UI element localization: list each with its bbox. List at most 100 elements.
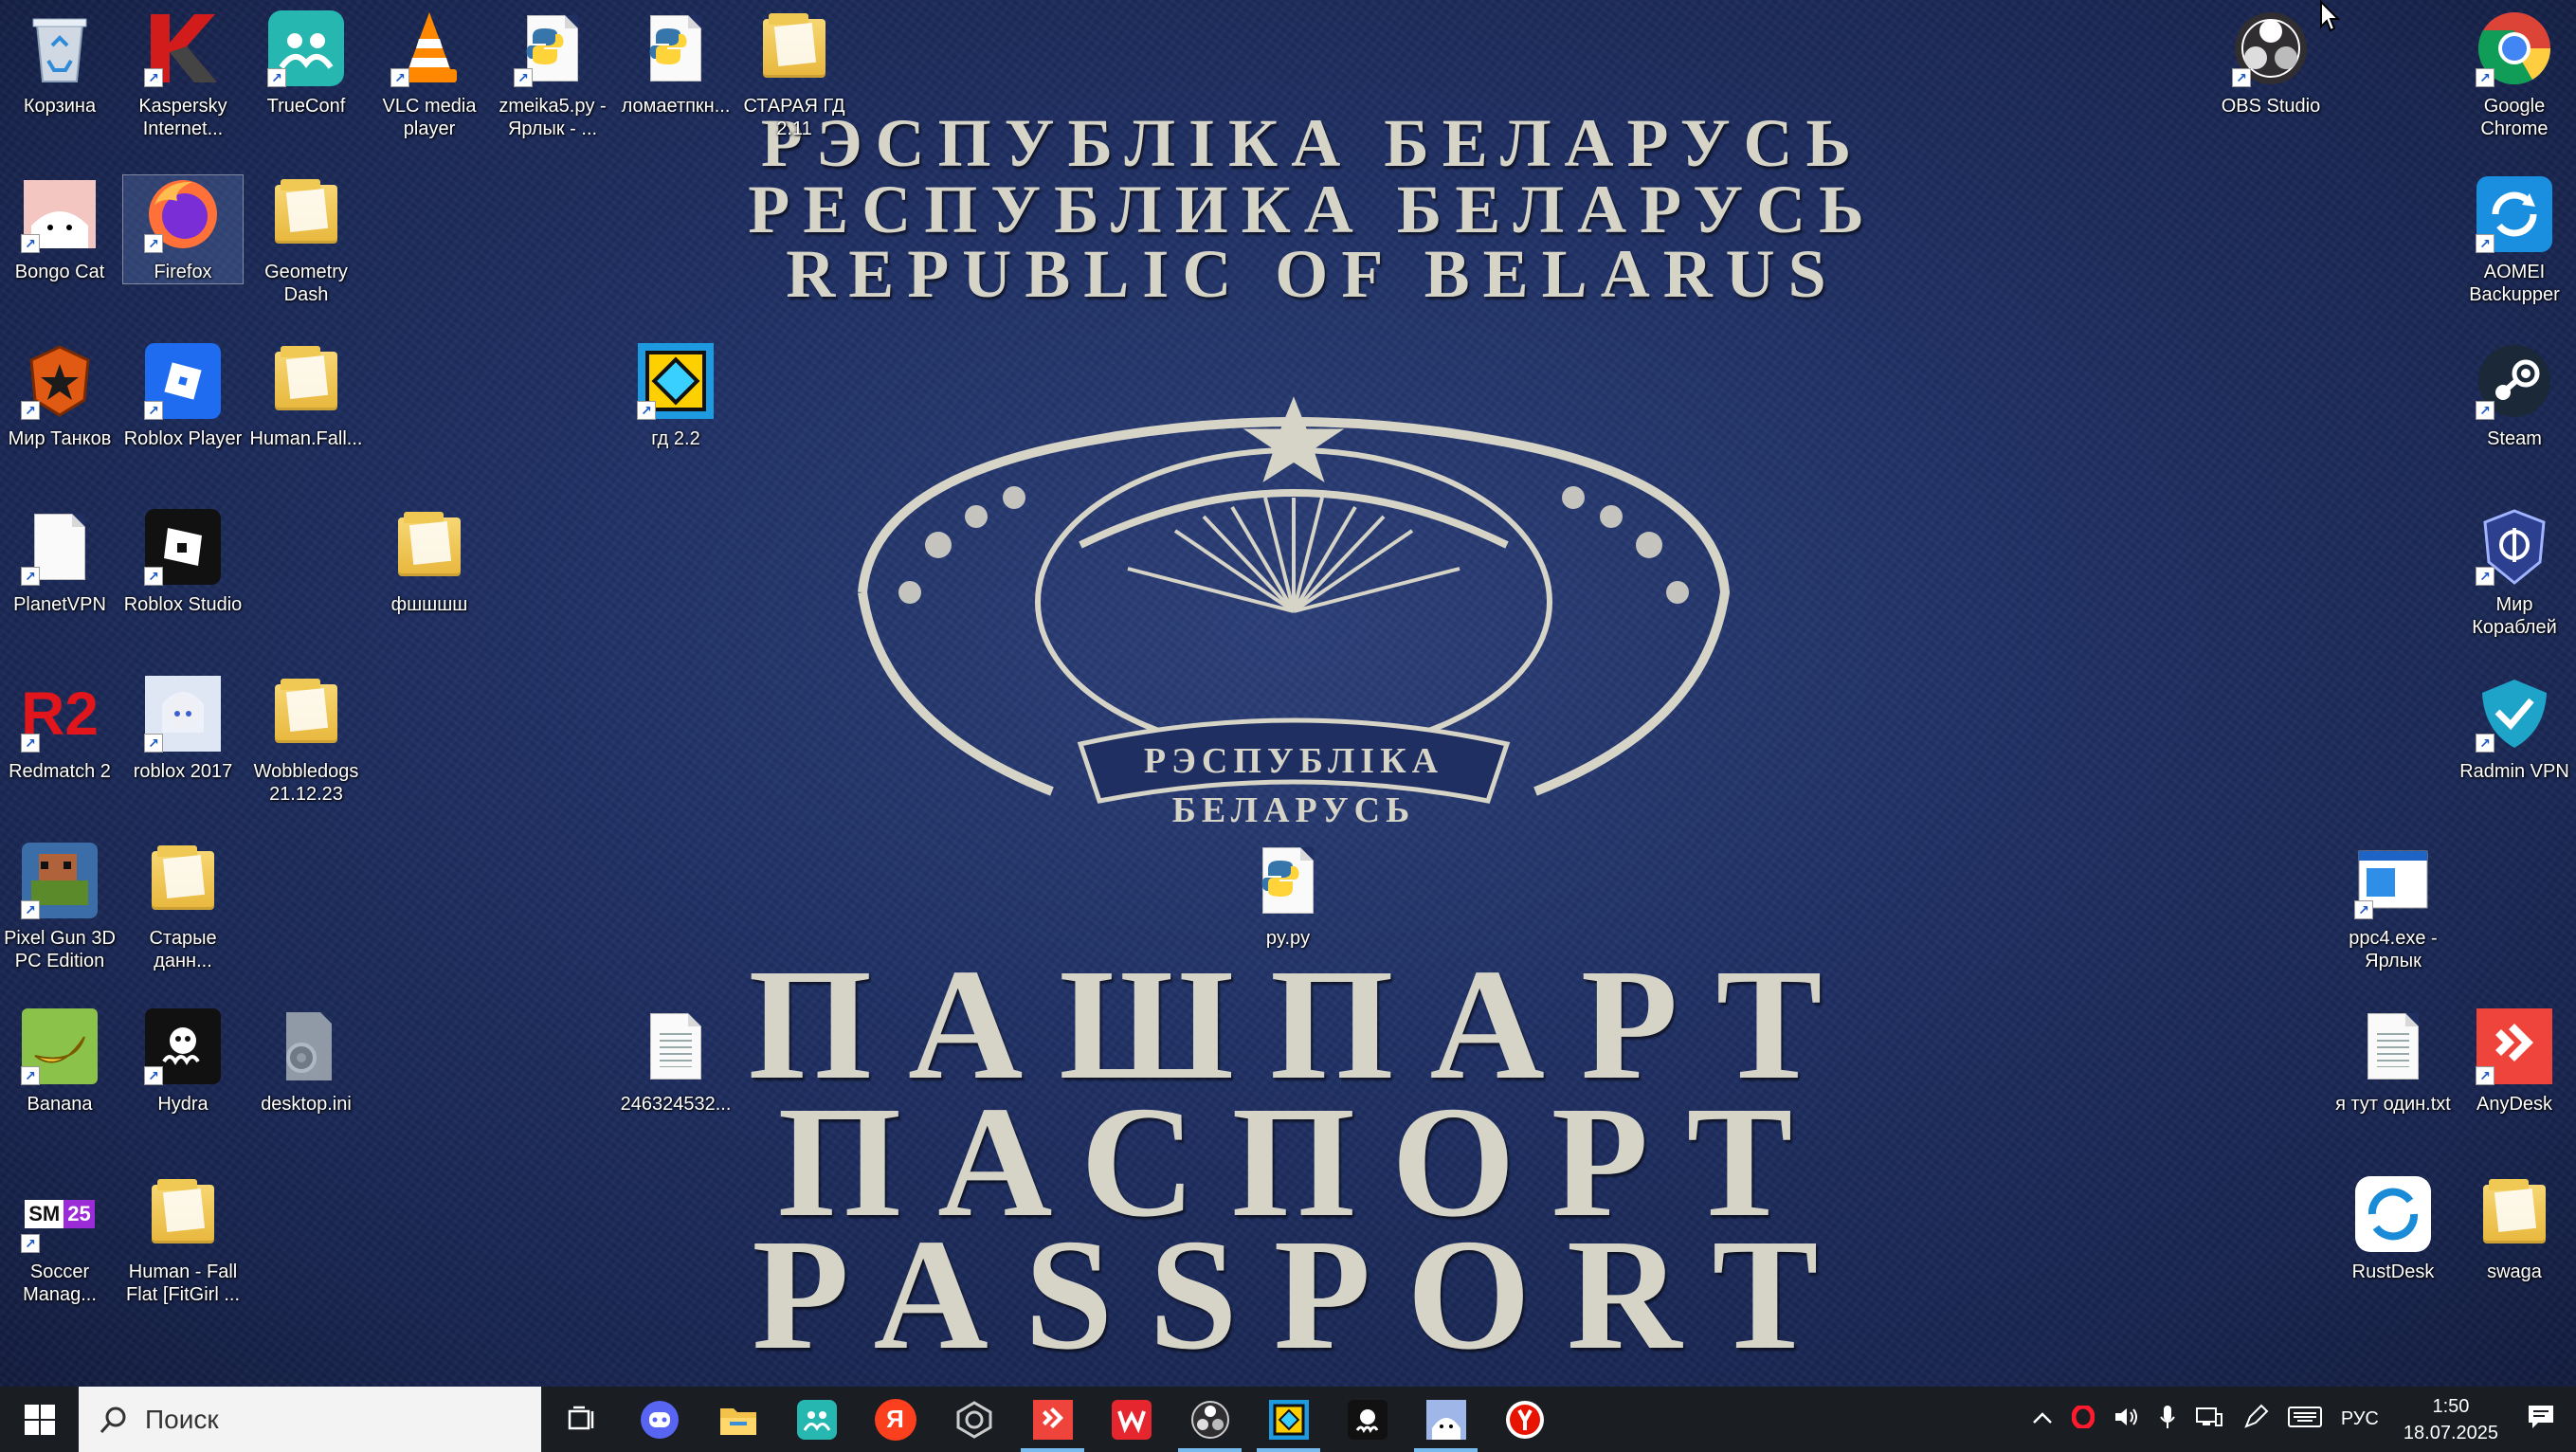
shortcut-arrow-icon: ↗ xyxy=(2476,1066,2494,1085)
shortcut-arrow-icon: ↗ xyxy=(144,734,163,753)
desktop-icon-anydesk[interactable]: ↗ AnyDesk xyxy=(2455,1007,2574,1116)
shortcut-arrow-icon: ↗ xyxy=(21,401,40,420)
pixel-gun-icon: ↗ xyxy=(21,842,99,919)
desktop-icon-wobbledogs[interactable]: Wobbledogs 21.12.23 xyxy=(246,675,366,806)
taskbar-app-file-explorer[interactable] xyxy=(698,1387,777,1452)
taskbar-app-opera-gx[interactable] xyxy=(934,1387,1013,1452)
desktop-icon-label: Soccer Manag... xyxy=(23,1261,97,1305)
desktop-icon-ppc4[interactable]: ↗ ppc4.exe - Ярлык xyxy=(2333,842,2453,972)
desktop-icon-py-py[interactable]: py.py xyxy=(1228,842,1348,950)
desktop-icon-kaspersky[interactable]: ↗ Kaspersky Internet... xyxy=(123,9,243,140)
taskbar-search-box[interactable]: Поиск xyxy=(79,1387,541,1452)
desktop-icon-label: ломаетпкн... xyxy=(621,96,731,117)
desktop-icon-ya-tut-odin[interactable]: я тут один.txt xyxy=(2333,1007,2453,1116)
shortcut-arrow-icon: ↗ xyxy=(2476,567,2494,586)
desktop-icon-roblox-player[interactable]: ↗ Roblox Player xyxy=(123,342,243,450)
desktop-icon-radmin-vpn[interactable]: ↗ Radmin VPN xyxy=(2455,675,2574,783)
opera-tray-icon[interactable] xyxy=(2062,1404,2104,1434)
desktop-icon-mir-korabley[interactable]: ↗ Мир Кораблей xyxy=(2455,508,2574,639)
desktop-icon-pixel-gun[interactable]: ↗ Pixel Gun 3D PC Edition xyxy=(0,842,119,972)
desktop-icon-bongo-cat[interactable]: ↗ Bongo Cat xyxy=(0,175,119,283)
desktop-icon-obs-studio[interactable]: ↗ OBS Studio xyxy=(2211,9,2331,118)
desktop-icon-hydra[interactable]: ↗ Hydra xyxy=(123,1007,243,1116)
taskbar-app-yandex-browser[interactable] xyxy=(1485,1387,1564,1452)
desktop-icon-staraya-gd[interactable]: СТАРАЯ ГД 2.11 xyxy=(735,9,854,140)
desktop-icon-gd-2-2[interactable]: ↗ гд 2.2 xyxy=(616,342,735,450)
desktop-icon-label: Geometry Dash xyxy=(264,262,348,305)
clock[interactable]: 1:50 18.07.2025 xyxy=(2388,1393,2513,1446)
desktop[interactable]: РЭСПУБЛІКА БЕЛАРУСЬ РЕСПУБЛИКА БЕЛАРУСЬ … xyxy=(0,0,2576,1387)
task-view-button[interactable] xyxy=(541,1387,620,1452)
desktop-icon-label: Kaspersky Internet... xyxy=(138,96,227,139)
desktop-icon-firefox[interactable]: ↗ Firefox xyxy=(122,174,244,284)
taskbar-app-geometry-dash[interactable] xyxy=(1249,1387,1328,1452)
desktop-icon-steam[interactable]: ↗ Steam xyxy=(2455,342,2574,450)
desktop-icon-label: Hydra xyxy=(157,1094,209,1115)
desktop-icon-desktop-ini[interactable]: desktop.ini xyxy=(246,1007,366,1116)
volume-icon[interactable] xyxy=(2104,1406,2150,1434)
shortcut-arrow-icon: ↗ xyxy=(637,401,656,420)
taskbar-app-hydra[interactable] xyxy=(1328,1387,1406,1452)
desktop-icon-planetvpn[interactable]: ↗ PlanetVPN xyxy=(0,508,119,616)
taskbar-app-wps[interactable] xyxy=(1092,1387,1170,1452)
desktop-icon-human-fall-flat-fitgirl[interactable]: Human - Fall Flat [FitGirl ... xyxy=(123,1175,243,1306)
folder-icon xyxy=(390,508,468,586)
microphone-icon[interactable] xyxy=(2150,1404,2186,1436)
taskbar-app-discord[interactable] xyxy=(620,1387,698,1452)
blank-file-icon: ↗ xyxy=(21,508,99,586)
desktop-icon-label: Steam xyxy=(2487,428,2542,449)
desktop-icon-fshshsh[interactable]: фшшшш xyxy=(370,508,489,616)
input-language-indicator[interactable]: РУС xyxy=(2331,1408,2388,1430)
desktop-icon-redmatch-2[interactable]: R2 ↗ Redmatch 2 xyxy=(0,675,119,783)
shortcut-arrow-icon: ↗ xyxy=(2476,734,2494,753)
folder-icon xyxy=(267,675,345,753)
desktop-icon-banana[interactable]: ↗ Banana xyxy=(0,1007,119,1116)
desktop-icon-roblox-2017[interactable]: ↗ roblox 2017 xyxy=(123,675,243,783)
desktop-icon-google-chrome[interactable]: ↗ Google Chrome xyxy=(2455,9,2574,140)
shortcut-arrow-icon: ↗ xyxy=(2476,401,2494,420)
chevron-up-icon[interactable] xyxy=(2023,1408,2062,1430)
desktop-icon-aomei-backupper[interactable]: ↗ AOMEI Backupper xyxy=(2455,175,2574,306)
desktop-icon-label: Human.Fall... xyxy=(249,428,363,449)
keyboard-icon[interactable] xyxy=(2278,1406,2331,1433)
desktop-icon-label: Мир Кораблей xyxy=(2472,594,2557,638)
start-button[interactable] xyxy=(0,1387,79,1452)
desktop-icon-vlc[interactable]: ↗ VLC media player xyxy=(370,9,489,140)
desktop-icon-trueconf[interactable]: ↗ TrueConf xyxy=(246,9,366,118)
desktop-icon-label: Radmin VPN xyxy=(2459,761,2569,782)
desktop-icon-rustdesk[interactable]: RustDesk xyxy=(2333,1175,2453,1283)
python-file-icon xyxy=(637,9,715,87)
desktop-icon-recycle-bin[interactable]: Корзина xyxy=(0,9,119,118)
desktop-icon-soccer-manager[interactable]: SM 25 ↗ Soccer Manag... xyxy=(0,1175,119,1306)
folder-icon xyxy=(267,175,345,253)
desktop-icon-label: Wobbledogs 21.12.23 xyxy=(253,761,359,805)
folder-icon xyxy=(267,342,345,420)
taskbar-app-trueconf[interactable] xyxy=(777,1387,856,1452)
desktop-icon-mir-tankov[interactable]: ↗ Мир Танков xyxy=(0,342,119,450)
shortcut-arrow-icon: ↗ xyxy=(21,1234,40,1253)
desktop-icon-roblox-studio[interactable]: ↗ Roblox Studio xyxy=(123,508,243,616)
desktop-icon-lomaet[interactable]: ломаетпкн... xyxy=(616,9,735,118)
clock-time: 1:50 xyxy=(2432,1395,2470,1417)
taskbar-app-anydesk[interactable] xyxy=(1013,1387,1092,1452)
recycle-bin-icon xyxy=(21,9,99,87)
folder-icon xyxy=(755,9,833,87)
taskbar-app-obs[interactable] xyxy=(1170,1387,1249,1452)
shortcut-arrow-icon: ↗ xyxy=(514,68,533,87)
network-icon[interactable] xyxy=(2186,1405,2233,1435)
redmatch-icon: R2 ↗ xyxy=(21,680,99,753)
desktop-icon-starye-dannye[interactable]: Старые данн... xyxy=(123,842,243,972)
emblem-band-top: РЭСПУБЛІКА xyxy=(1144,741,1443,781)
pen-icon[interactable] xyxy=(2233,1404,2278,1436)
desktop-icon-geometry-dash[interactable]: Geometry Dash xyxy=(246,175,366,306)
notification-center-icon[interactable] xyxy=(2513,1404,2576,1436)
desktop-icon-zmeika5[interactable]: ↗ zmeika5.py - Ярлык - ... xyxy=(493,9,612,140)
desktop-icon-human-fall[interactable]: Human.Fall... xyxy=(246,342,366,450)
shortcut-arrow-icon: ↗ xyxy=(21,734,40,753)
desktop-icon-246324532[interactable]: 246324532... xyxy=(616,1007,735,1116)
desktop-icon-swaga[interactable]: swaga xyxy=(2455,1175,2574,1283)
desktop-icon-label: roblox 2017 xyxy=(133,761,233,782)
taskbar-app-bongo-cat[interactable] xyxy=(1406,1387,1485,1452)
taskbar-app-yandex[interactable]: Я xyxy=(856,1387,934,1452)
python-file-icon xyxy=(1249,842,1327,919)
